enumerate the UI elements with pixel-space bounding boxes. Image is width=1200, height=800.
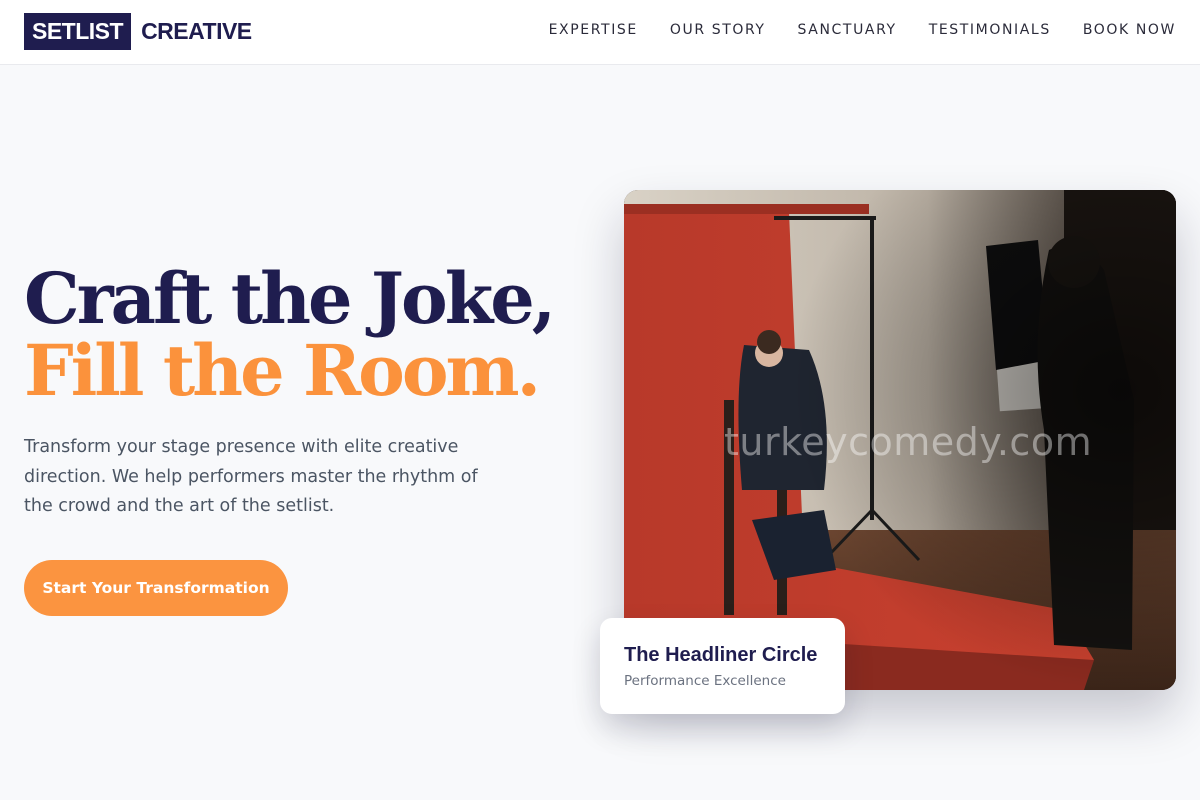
main-nav: EXPERTISE OUR STORY SANCTUARY TESTIMONIA… <box>517 0 1176 60</box>
brand-logo[interactable]: SETLIST CREATIVE <box>24 13 252 50</box>
headliner-card: The Headliner Circle Performance Excelle… <box>600 618 845 714</box>
hero-description: Transform your stage presence with elite… <box>24 437 478 516</box>
logo-box: SETLIST <box>24 13 132 50</box>
card-title: The Headliner Circle <box>624 644 818 666</box>
hero-headline: Craft the Joke, Fill the Room. <box>24 257 556 412</box>
nav-link-our-story[interactable]: OUR STORY <box>670 22 766 38</box>
headline-line-1: Craft the Joke, <box>24 257 556 340</box>
watermark-text: turkeycomedy.com <box>724 420 1093 464</box>
nav-link-testimonials[interactable]: TESTIMONIALS <box>929 22 1051 38</box>
site-header: SETLIST CREATIVE EXPERTISE OUR STORY SAN… <box>0 0 1200 65</box>
nav-link-sanctuary[interactable]: SANCTUARY <box>798 22 897 38</box>
start-transformation-button[interactable]: Start Your Transformation <box>24 560 288 616</box>
logo-text: CREATIVE <box>141 18 252 44</box>
headline-line-2: Fill the Room. <box>24 329 541 412</box>
nav-link-expertise[interactable]: EXPERTISE <box>549 22 638 38</box>
card-subtitle: Performance Excellence <box>624 673 786 689</box>
nav-link-book-now[interactable]: BOOK NOW <box>1083 22 1176 38</box>
